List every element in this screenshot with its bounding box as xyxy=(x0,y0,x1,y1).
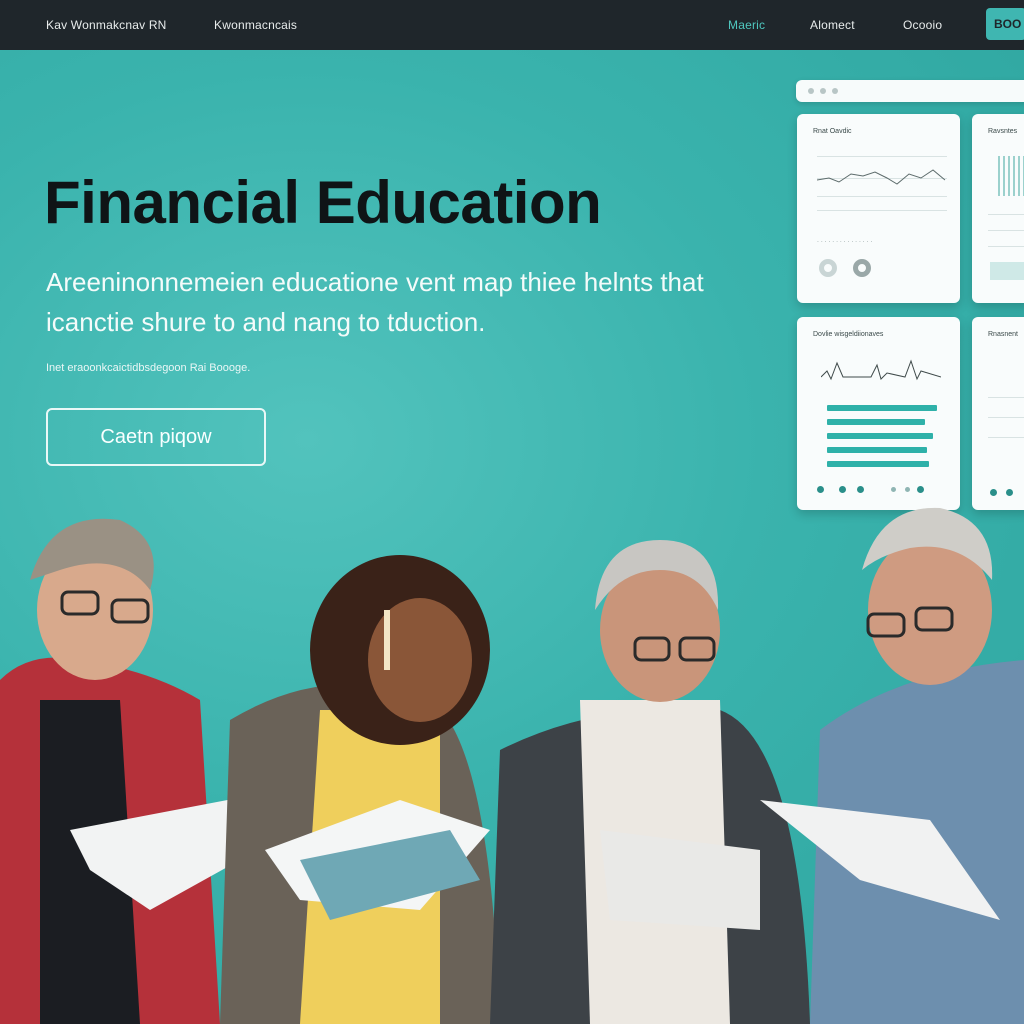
card-title: Dovlie wisgeldiionaves xyxy=(813,331,884,338)
progress-bar xyxy=(827,447,927,453)
mock-browser-bar xyxy=(796,80,1024,102)
progress-bar xyxy=(827,419,925,425)
status-dot-icon xyxy=(817,486,824,493)
dashboard-card-bars: Ravsntes xyxy=(972,114,1024,303)
grid-line xyxy=(988,417,1024,418)
grid-line xyxy=(988,437,1024,438)
status-dot-icon xyxy=(917,486,924,493)
window-dot-icon xyxy=(832,88,838,94)
card-title: Rnasnent xyxy=(988,331,1018,338)
dashboard-card-line-chart: Rnat Oavdic · · · · · · · · · · · · · · … xyxy=(797,114,960,303)
grid-line xyxy=(817,156,947,157)
mini-panel xyxy=(990,262,1024,280)
grid-line xyxy=(817,196,947,197)
mini-line-chart xyxy=(817,169,946,185)
hero-subtitle: Areeninonnemeien educatione vent map thi… xyxy=(46,267,704,337)
brand-logo-text[interactable]: Kav Wonmakcnav RN xyxy=(46,18,167,32)
hero-title: Financial Education xyxy=(44,169,602,236)
grid-line xyxy=(817,210,947,211)
status-dot-icon xyxy=(891,487,896,492)
svg-text:· · · · · · · · · · · · · · ·: · · · · · · · · · · · · · · · xyxy=(817,239,872,246)
window-dot-icon xyxy=(808,88,814,94)
person-2-illustration xyxy=(220,555,500,1024)
hero-photo-people xyxy=(0,507,1024,1024)
grid-line xyxy=(988,230,1024,231)
status-dot-icon xyxy=(857,486,864,493)
progress-bar xyxy=(827,433,933,439)
mini-bar-chart xyxy=(998,156,1024,196)
status-dot-icon xyxy=(905,487,910,492)
status-dot-icon xyxy=(1006,489,1013,496)
nav-cta-button[interactable]: BOO xyxy=(986,8,1024,40)
donut-icon xyxy=(819,259,837,277)
nav-link-active[interactable]: Maeric xyxy=(728,18,765,32)
status-dot-icon xyxy=(839,486,846,493)
window-dot-icon xyxy=(820,88,826,94)
progress-bar xyxy=(827,405,937,411)
dashboard-card-list: Rnasnent xyxy=(972,317,1024,510)
nav-link-secondary[interactable]: Kwonmacncais xyxy=(214,18,297,32)
grid-line xyxy=(988,246,1024,247)
donut-icon xyxy=(853,259,871,277)
dashboard-card-progress: Dovlie wisgeldiionaves xyxy=(797,317,960,510)
nav-link-2[interactable]: Alomect xyxy=(810,18,855,32)
axis-ticks: · · · · · · · · · · · · · · · xyxy=(817,239,872,246)
person-3-illustration xyxy=(490,540,810,1024)
hero-cta-button[interactable]: Caetn piqow xyxy=(46,408,266,466)
mini-sparkline xyxy=(821,359,941,381)
status-dot-icon xyxy=(990,489,997,496)
progress-bar xyxy=(827,461,929,467)
nav-link-3[interactable]: Ocooio xyxy=(903,18,942,32)
hero-note: Inet eraoonkcaictidbsdegoon Rai Boooge. xyxy=(46,362,251,374)
grid-line xyxy=(988,214,1024,215)
card-title: Rnat Oavdic xyxy=(813,128,852,135)
card-title: Ravsntes xyxy=(988,128,1018,135)
grid-line xyxy=(988,397,1024,398)
top-nav-bar: Kav Wonmakcnav RN Kwonmacncais Maeric Al… xyxy=(0,0,1024,50)
